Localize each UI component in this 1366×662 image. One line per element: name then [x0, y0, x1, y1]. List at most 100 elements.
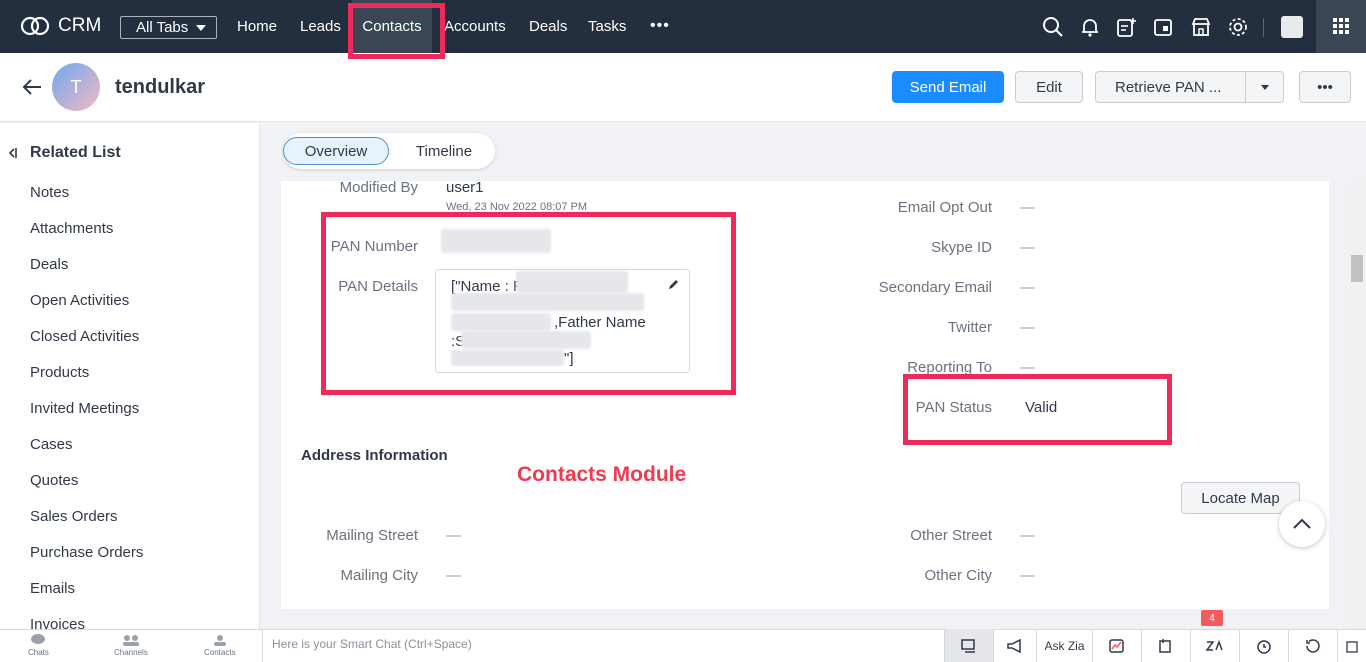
- user-avatar[interactable]: [1281, 16, 1303, 38]
- pencil-icon[interactable]: [668, 278, 680, 290]
- pan-status-label: PAN Status: [915, 399, 992, 416]
- contacts-module-annotation: Contacts Module: [517, 463, 687, 486]
- nav-tab-tasks[interactable]: Tasks: [588, 0, 626, 53]
- all-tabs-dropdown[interactable]: All Tabs: [120, 16, 217, 39]
- search-icon[interactable]: [1042, 16, 1064, 38]
- sidebar-item-purchase-orders[interactable]: Purchase Orders: [30, 544, 143, 561]
- reporting-to-label: Reporting To: [907, 359, 992, 376]
- email-opt-out-label: Email Opt Out: [897, 199, 992, 216]
- bell-icon[interactable]: [1079, 16, 1101, 38]
- sidebar-item-products[interactable]: Products: [30, 364, 89, 381]
- reporting-to-value: —: [1020, 359, 1035, 376]
- locate-map-button[interactable]: Locate Map: [1181, 482, 1300, 514]
- redacted-text: [461, 331, 591, 349]
- grid-icon: [1333, 18, 1349, 34]
- pan-number-redacted: [441, 229, 551, 253]
- sidebar-item-quotes[interactable]: Quotes: [30, 472, 78, 489]
- scroll-to-top-button[interactable]: [1279, 501, 1325, 547]
- alarm-clock-icon[interactable]: [1239, 629, 1288, 662]
- details-card: Modified By user1 Wed, 23 Nov 2022 08:07…: [281, 179, 1329, 609]
- related-list-sidebar: Related List Notes Attachments Deals Ope…: [0, 123, 260, 633]
- sidebar-item-sales-orders[interactable]: Sales Orders: [30, 508, 118, 525]
- record-header: T tendulkar Send Email Edit Retrieve PAN…: [0, 53, 1366, 122]
- calendar-icon[interactable]: [1152, 16, 1174, 38]
- megaphone-icon[interactable]: [993, 629, 1036, 662]
- sidebar-item-notes[interactable]: Notes: [30, 184, 69, 201]
- modified-by-value: user1: [446, 179, 484, 196]
- send-email-button[interactable]: Send Email: [892, 71, 1004, 103]
- analytics-icon[interactable]: [1092, 629, 1141, 662]
- other-city-value: —: [1020, 567, 1035, 584]
- divider: [1245, 72, 1246, 102]
- contact-avatar: T: [52, 63, 100, 111]
- skype-id-label: Skype ID: [931, 239, 992, 256]
- pan-status-value: Valid: [1025, 399, 1058, 416]
- scrollbar-thumb[interactable]: [1351, 255, 1363, 282]
- pan-number-label: PAN Number: [330, 238, 418, 255]
- chats-label: Chats: [28, 648, 49, 657]
- chevron-down-icon: [196, 24, 207, 31]
- pan-details-field[interactable]: ["Name : R ,Father Name :S "]: [435, 269, 690, 373]
- sidebar-item-attachments[interactable]: Attachments: [30, 220, 113, 237]
- smart-chat-input[interactable]: Here is your Smart Chat (Ctrl+Space): [262, 629, 944, 662]
- redacted-text: [451, 293, 644, 311]
- modified-date: Wed, 23 Nov 2022 08:07 PM: [446, 201, 588, 213]
- retrieve-pan-button[interactable]: Retrieve PAN ...: [1095, 71, 1284, 103]
- back-arrow-icon[interactable]: [22, 77, 42, 97]
- sidebar-item-closed-activities[interactable]: Closed Activities: [30, 328, 139, 345]
- address-information-title: Address Information: [301, 447, 448, 464]
- tab-timeline[interactable]: Timeline: [399, 137, 489, 165]
- more-tabs-button[interactable]: •••: [650, 17, 670, 35]
- other-street-value: —: [1020, 527, 1035, 544]
- screen-icon[interactable]: [944, 629, 993, 662]
- people-icon: [122, 635, 139, 646]
- sidebar-item-invited-meetings[interactable]: Invited Meetings: [30, 400, 139, 417]
- email-opt-out-value: —: [1020, 199, 1035, 216]
- sidebar-item-emails[interactable]: Emails: [30, 580, 75, 597]
- skype-id-value: —: [1020, 239, 1035, 256]
- mailing-street-value: —: [446, 527, 461, 544]
- contacts-button[interactable]: Contacts: [204, 634, 236, 657]
- chevron-up-icon: [1293, 518, 1311, 529]
- add-record-icon[interactable]: [1115, 16, 1137, 38]
- sidebar-item-cases[interactable]: Cases: [30, 436, 73, 453]
- tab-overview[interactable]: Overview: [283, 137, 389, 165]
- nav-tab-leads[interactable]: Leads: [300, 0, 341, 53]
- mailing-city-label: Mailing City: [340, 567, 418, 584]
- chevron-down-icon[interactable]: [1261, 85, 1269, 90]
- app-name: CRM: [58, 15, 102, 36]
- chats-button[interactable]: Chats: [28, 634, 49, 657]
- retrieve-pan-label: Retrieve PAN ...: [1115, 78, 1222, 96]
- sidebar-item-open-activities[interactable]: Open Activities: [30, 292, 129, 309]
- all-tabs-label: All Tabs: [136, 19, 189, 36]
- nav-tab-contacts[interactable]: Contacts: [352, 0, 432, 53]
- channels-button[interactable]: Channels: [114, 634, 148, 657]
- edit-button[interactable]: Edit: [1015, 71, 1083, 103]
- nav-tab-accounts[interactable]: Accounts: [444, 0, 506, 53]
- chat-bubble-icon: [31, 634, 46, 644]
- nav-tab-home[interactable]: Home: [237, 0, 277, 53]
- collapse-sidebar-icon[interactable]: [8, 146, 18, 160]
- contacts-label: Contacts: [204, 648, 236, 657]
- sidebar-item-deals[interactable]: Deals: [30, 256, 68, 273]
- crm-logo[interactable]: CRM: [20, 14, 101, 38]
- zia-icon[interactable]: [1190, 629, 1239, 662]
- gear-icon[interactable]: [1227, 16, 1249, 38]
- signals-icon[interactable]: [1141, 629, 1190, 662]
- ask-zia-button[interactable]: Ask Zia: [1036, 629, 1092, 662]
- person-icon: [213, 635, 226, 646]
- bin-icon[interactable]: [1337, 629, 1366, 662]
- history-icon[interactable]: [1288, 629, 1337, 662]
- redacted-text: [516, 271, 628, 293]
- channels-label: Channels: [114, 648, 148, 657]
- nav-tab-deals[interactable]: Deals: [529, 0, 567, 53]
- apps-menu-button[interactable]: [1316, 0, 1366, 53]
- pan-details-line-4: "]: [564, 350, 574, 367]
- vertical-scrollbar[interactable]: [1349, 181, 1366, 629]
- top-navigation-bar: CRM All Tabs Home Leads Contacts Account…: [0, 0, 1366, 53]
- redacted-text: [451, 350, 564, 366]
- pan-details-line-2: ,Father Name: [554, 314, 646, 331]
- marketplace-icon[interactable]: [1190, 16, 1212, 38]
- mailing-city-value: —: [446, 567, 461, 584]
- more-actions-button[interactable]: •••: [1299, 71, 1351, 103]
